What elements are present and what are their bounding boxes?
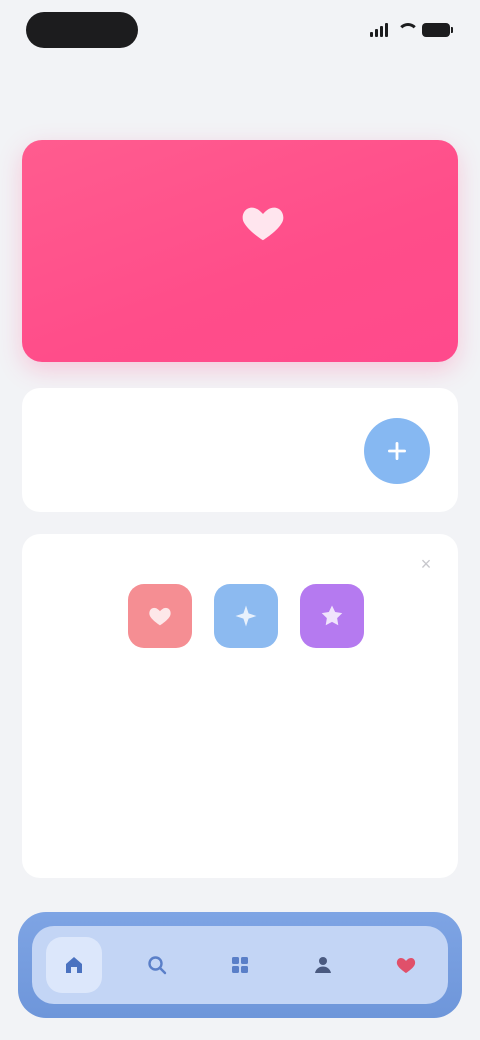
feature-icon-star [300,584,364,648]
status-bar [0,0,480,62]
tab-favorites[interactable] [378,937,434,993]
grid-icon [231,957,248,973]
feature-card: × [22,534,458,878]
wifi-icon [396,23,419,37]
tab-profile[interactable] [295,937,351,993]
tab-search[interactable] [129,937,185,993]
status-time [26,12,138,48]
battery-icon [422,23,453,37]
hero-card[interactable] [22,140,458,362]
heart-icon [149,607,171,626]
heart-icon [240,200,286,246]
star-icon [321,605,343,626]
tab-home[interactable] [45,937,102,993]
tab-bar [18,912,462,1018]
close-icon[interactable]: × [416,554,436,574]
feature-icons [128,584,364,648]
tab-bar-inner [32,926,448,1004]
tab-grid[interactable] [212,937,268,993]
heart-icon [397,958,416,973]
person-icon [315,957,332,973]
summary-row-card[interactable] [22,388,458,512]
home-icon [65,957,82,973]
search-icon [148,956,166,975]
add-button[interactable] [364,418,430,484]
signal-icon [370,23,388,37]
status-icons [370,20,453,40]
feature-icon-sparkle [214,584,278,648]
plus-icon [388,442,406,460]
feature-icon-heart [128,584,192,648]
sparkle-icon [235,605,257,627]
